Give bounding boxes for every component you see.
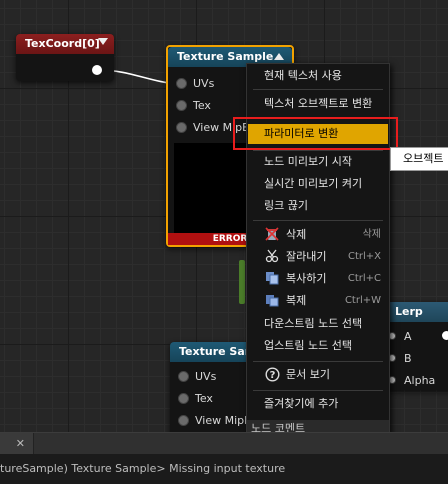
chevron-up-icon[interactable]: [274, 53, 284, 60]
menu-select-downstream-nodes[interactable]: 다운스트림 노드 선택: [247, 314, 389, 334]
chevron-down-icon[interactable]: [98, 38, 108, 45]
menu-label: 즐겨찾기에 추가: [264, 397, 339, 410]
menu-view-documentation[interactable]: ? 문서 보기: [247, 365, 389, 385]
pin-view-mip[interactable]: View MipB: [178, 413, 252, 429]
menu-label: 파라미터로 변환: [264, 127, 339, 140]
menu-cut[interactable]: 잘라내기 Ctrl+X: [247, 247, 389, 267]
lerp-output-pin[interactable]: [442, 331, 448, 340]
pin-label: Tex: [193, 99, 211, 112]
menu-label: 실시간 미리보기 켜기: [264, 177, 363, 190]
texcoord-node[interactable]: TexCoord[0]: [16, 34, 114, 81]
pin-label: View MipB: [193, 121, 250, 134]
menu-label: 노드 미리보기 시작: [264, 155, 352, 168]
pin-uvs[interactable]: UVs: [176, 76, 214, 92]
help-icon: ?: [264, 367, 280, 383]
bottom-tab-bar: ✕: [0, 432, 448, 455]
menu-duplicate[interactable]: 복제 Ctrl+W: [247, 291, 389, 311]
pin-tex[interactable]: Tex: [178, 391, 213, 407]
menu-label: 텍스처 오브젝트로 변환: [264, 97, 373, 110]
menu-select-upstream-nodes[interactable]: 업스트림 노드 선택: [247, 336, 389, 356]
delete-icon: [264, 227, 280, 243]
menu-separator: [253, 89, 383, 90]
menu-shortcut: Ctrl+W: [344, 295, 381, 306]
menu-label: 현재 텍스처 사용: [264, 69, 342, 82]
pin-icon: [176, 77, 187, 89]
context-menu: 현재 텍스처 사용 텍스처 오브젝트로 변환 파라미터로 변환 노드 미리보기 …: [246, 63, 390, 457]
green-node-edge: [239, 260, 245, 304]
menu-start-preview-node[interactable]: 노드 미리보기 시작: [247, 152, 389, 172]
menu-shortcut: Ctrl+C: [347, 273, 381, 284]
menu-delete[interactable]: 삭제 삭제: [247, 225, 389, 245]
pin-alpha[interactable]: Alpha: [388, 373, 435, 389]
menu-convert-to-texture-object[interactable]: 텍스처 오브젝트로 변환: [247, 94, 389, 114]
menu-enable-realtime-preview[interactable]: 실시간 미리보기 켜기: [247, 174, 389, 194]
pin-icon: [178, 414, 189, 426]
cut-icon: [264, 249, 280, 265]
pin-tex[interactable]: Tex: [176, 98, 211, 114]
pin-label: Alpha: [404, 374, 436, 387]
menu-separator: [253, 220, 383, 221]
pin-icon: [176, 121, 187, 133]
menu-separator: [253, 150, 383, 151]
pin-a[interactable]: A: [388, 329, 412, 345]
menu-add-to-favorites[interactable]: 즐겨찾기에 추가: [247, 394, 389, 414]
lerp-node[interactable]: Lerp A B Alpha: [386, 302, 448, 390]
menu-break-links[interactable]: 링크 끊기: [247, 196, 389, 216]
pin-icon: [178, 392, 189, 404]
pin-label: UVs: [195, 370, 217, 383]
menu-label: 업스트림 노드 선택: [264, 339, 352, 352]
status-bar: tureSample) Texture Sample> Missing inpu…: [0, 454, 448, 484]
pin-icon: [176, 99, 187, 111]
menu-separator: [253, 361, 383, 362]
pin-label: View MipB: [195, 414, 252, 427]
menu-shortcut: Ctrl+X: [347, 251, 381, 262]
menu-shortcut: 삭제: [362, 229, 381, 240]
menu-label: 링크 끊기: [264, 199, 308, 212]
copy-icon: [264, 271, 280, 287]
menu-label: 다운스트림 노드 선택: [264, 317, 363, 330]
pin-icon: [178, 370, 189, 382]
svg-text:?: ?: [269, 370, 275, 381]
menu-convert-to-parameter[interactable]: 파라미터로 변환: [248, 124, 388, 144]
pin-label: A: [404, 330, 412, 343]
pin-view-mip[interactable]: View MipB: [176, 120, 250, 136]
pin-label: Tex: [195, 392, 213, 405]
submenu-tooltip: 오브젝트: [390, 147, 448, 171]
menu-separator: [253, 390, 383, 391]
menu-use-current-texture[interactable]: 현재 텍스처 사용: [247, 66, 389, 86]
pin-uvs[interactable]: UVs: [178, 369, 216, 385]
pin-label: UVs: [193, 77, 215, 90]
pin-b[interactable]: B: [388, 351, 412, 367]
duplicate-icon: [264, 293, 280, 309]
pin-label: B: [404, 352, 412, 365]
lerp-title: Lerp: [386, 302, 448, 322]
menu-copy[interactable]: 복사하기 Ctrl+C: [247, 269, 389, 289]
tab-close[interactable]: ✕: [0, 433, 34, 455]
output-pin[interactable]: [92, 65, 102, 75]
